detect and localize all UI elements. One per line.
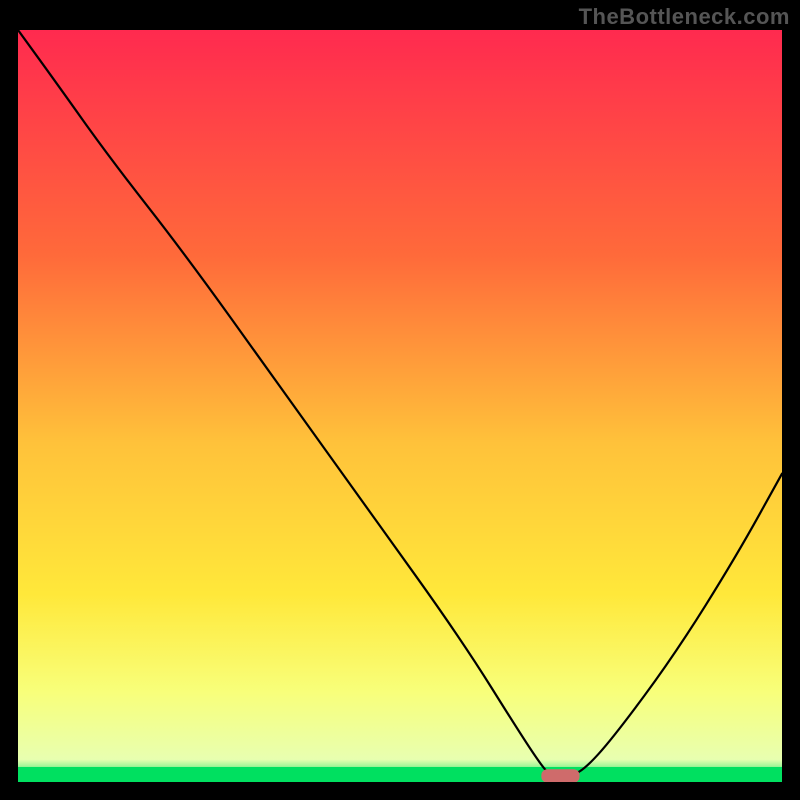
gradient-background — [18, 30, 782, 782]
plot-area — [18, 30, 782, 782]
optimal-marker — [541, 769, 579, 782]
bottom-green-band — [18, 767, 782, 782]
bottleneck-chart — [18, 30, 782, 782]
watermark-text: TheBottleneck.com — [579, 4, 790, 30]
chart-frame: TheBottleneck.com — [0, 0, 800, 800]
